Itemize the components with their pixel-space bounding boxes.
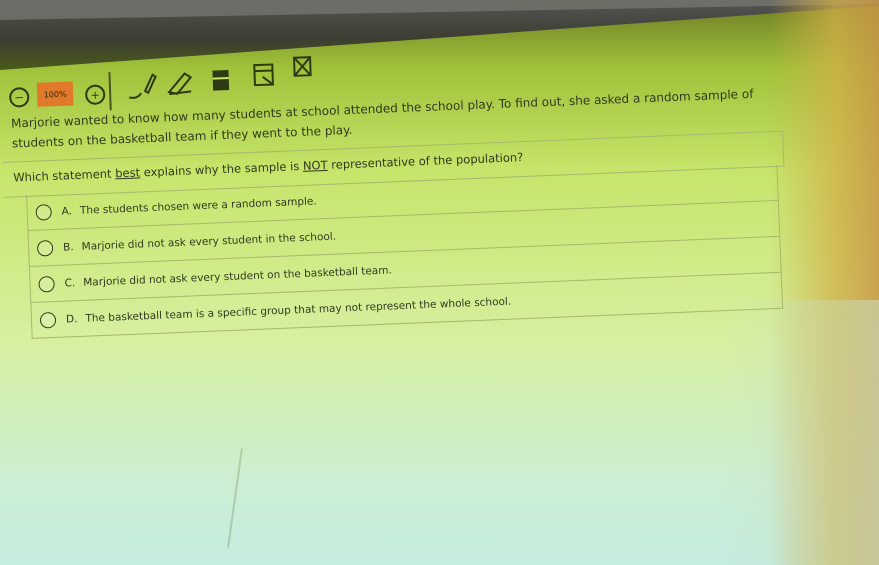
eliminate-choice-tool-button[interactable] [290, 53, 315, 82]
prompt-emphasis-best: best [114, 165, 141, 181]
prompt-text-start: Which statement [13, 166, 116, 185]
radio-button-d[interactable] [39, 311, 57, 329]
question-panel: Marjorie wanted to know how many student… [0, 64, 810, 356]
eliminate-choice-icon [292, 56, 312, 77]
choice-text: The students chosen were a random sample… [79, 194, 317, 217]
choice-letter: C. [64, 276, 76, 290]
choice-letter: D. [65, 312, 78, 326]
radio-button-b[interactable] [36, 239, 54, 257]
choice-text: The basketball team is a specific group … [85, 295, 512, 325]
screen-scratch [227, 448, 243, 548]
radio-button-a[interactable] [35, 203, 52, 221]
prompt-text-middle: explains why the sample is [139, 158, 304, 180]
screen-glare-lower [719, 300, 879, 565]
answer-choices: A. The students chosen were a random sam… [25, 164, 784, 339]
choice-text: Marjorie did not ask every student in th… [81, 230, 337, 253]
prompt-emphasis-not: NOT [302, 157, 328, 173]
choice-letter: B. [62, 240, 74, 254]
choice-text: Marjorie did not ask every student on th… [82, 263, 393, 289]
prompt-text-end: representative of the population? [327, 150, 524, 172]
radio-button-c[interactable] [38, 275, 55, 293]
choice-letter: A. [61, 204, 73, 218]
